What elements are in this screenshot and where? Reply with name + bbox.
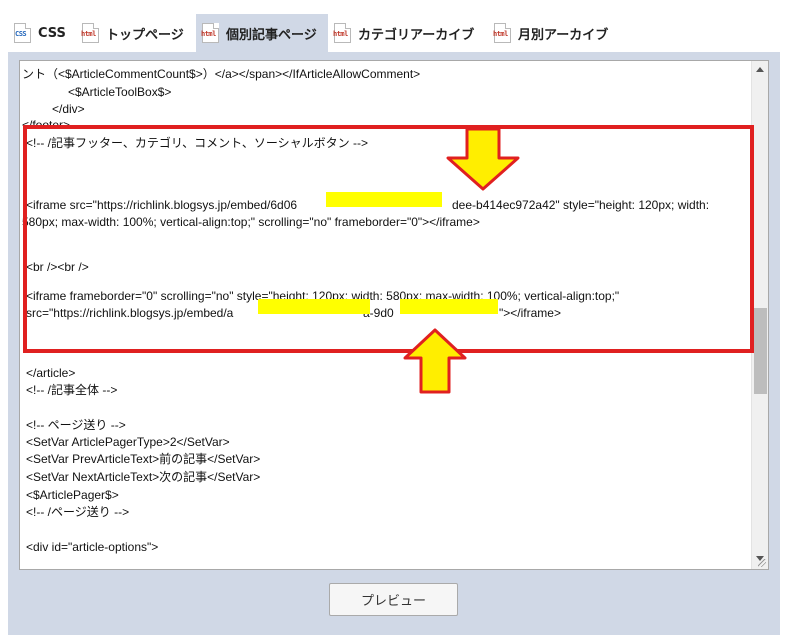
code-line: </article> [26, 366, 76, 380]
tab-label: 個別記事ページ [226, 27, 317, 43]
tab-monthly-archive[interactable]: html 月別アーカイブ [488, 14, 614, 52]
tab-category-archive[interactable]: html カテゴリアーカイブ [328, 14, 480, 52]
tab-css[interactable]: CSS CSS [8, 14, 72, 52]
scroll-up-arrow-icon[interactable] [756, 67, 764, 72]
code-line: <SetVar ArticlePagerType>2</SetVar> [26, 435, 230, 449]
down-arrow-icon [446, 127, 520, 191]
code-line: <!-- ページ送り --> [26, 418, 126, 432]
code-line: <$ArticleToolBox$> [68, 85, 172, 99]
code-line: <SetVar PrevArticleText>前の記事</SetVar> [26, 452, 261, 466]
preview-button[interactable]: プレビュー [329, 583, 458, 616]
tab-bar: CSS CSS html トップページ html 個別記事ページ html カテ… [0, 0, 797, 52]
tab-label: トップページ [106, 27, 184, 43]
html-file-icon: html [493, 23, 511, 43]
tab-article-page[interactable]: html 個別記事ページ [196, 14, 328, 52]
code-line: <!-- /記事全体 --> [26, 383, 118, 397]
code-line: ント（<$ArticleCommentCount$>）</a></span></… [22, 67, 421, 81]
scrollbar-thumb[interactable] [754, 308, 767, 394]
css-file-icon: CSS [14, 23, 31, 43]
highlight-box [23, 125, 754, 353]
code-line: <SetVar NextArticleText>次の記事</SetVar> [26, 470, 261, 484]
tab-label: カテゴリアーカイブ [358, 27, 475, 43]
code-line: <div id="article-options"> [26, 540, 159, 554]
html-file-icon: html [333, 23, 351, 43]
code-line: </div> [52, 102, 85, 116]
tab-label: CSS [38, 25, 66, 41]
html-file-icon: html [81, 23, 99, 43]
code-line: <$ArticlePager$> [26, 488, 119, 502]
resize-grip-icon[interactable] [758, 559, 766, 567]
code-line: <!-- /ページ送り --> [26, 505, 130, 519]
tab-label: 月別アーカイブ [518, 27, 609, 43]
html-file-icon: html [201, 23, 219, 43]
tab-top-page[interactable]: html トップページ [76, 14, 190, 52]
up-arrow-icon [403, 328, 467, 394]
